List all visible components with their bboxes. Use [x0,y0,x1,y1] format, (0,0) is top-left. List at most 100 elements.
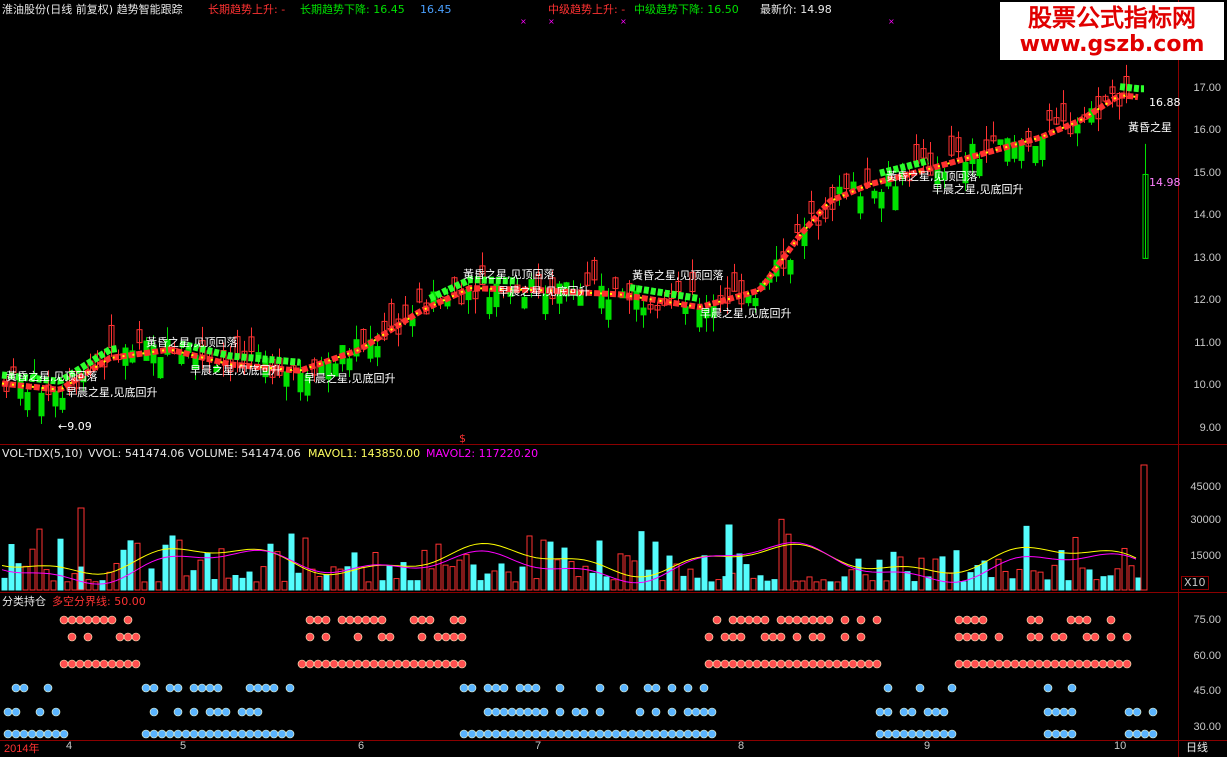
position-marker [1034,659,1044,669]
evening-star-annotation: 黃昏之星,见顶回落 [146,336,238,349]
position-marker [931,707,941,717]
position-marker [939,729,949,739]
position-marker [954,659,964,669]
volume-bar [540,539,547,591]
volume-bar [162,544,169,591]
volume-bar [841,576,848,591]
position-marker [261,683,271,693]
position-marker [353,615,363,625]
candle-body [871,190,878,199]
volume-bar [358,566,365,591]
volume-bar [876,559,883,591]
price-tick: 17.00 [1193,82,1221,94]
position-marker [947,683,957,693]
position-marker [883,707,893,717]
position-marker [253,707,263,717]
position-marker [425,615,435,625]
position-marker [189,683,199,693]
price-tick: 13.00 [1193,252,1221,264]
volume-bar [792,580,799,591]
candle-body [1074,124,1081,134]
position-tick: 60.00 [1193,650,1221,662]
volume-bar [365,581,372,591]
morning-star-annotation: 早晨之星,见底回升 [700,307,792,320]
position-marker [51,707,61,717]
position-marker [3,707,13,717]
position-marker [107,615,117,625]
position-marker [433,659,443,669]
candle-body [836,186,843,195]
position-marker [954,615,964,625]
position-marker [91,659,101,669]
volume-bar [855,558,862,591]
position-marker [329,659,339,669]
position-marker [237,707,247,717]
volume-bar [932,558,939,591]
position-marker [792,632,802,642]
position-marker [832,659,842,669]
position-indicator-name[interactable]: 分类持仓 [2,595,46,609]
chart-canvas[interactable]: ×××××× [0,0,1227,757]
position-marker [547,729,557,739]
volume-pane-bottom-border [0,592,1227,593]
position-marker [3,729,13,739]
position-marker [704,659,714,669]
position-marker [353,632,363,642]
position-marker [792,659,802,669]
volume-bar [498,563,505,591]
position-marker [808,659,818,669]
volume-bar [155,581,162,591]
position-tick: 45.00 [1193,685,1221,697]
volume-bar [1135,577,1142,591]
position-marker [962,632,972,642]
position-marker [205,707,215,717]
candle-body [787,260,794,275]
period-button[interactable]: 日线 [1186,741,1208,755]
position-marker [872,659,882,669]
candle-body [521,296,528,309]
position-marker [579,707,589,717]
position-marker [627,729,637,739]
volume-bar [736,553,743,591]
volume-bar [694,577,701,591]
volume-bar [260,566,267,591]
position-marker [385,659,395,669]
volume-bar [295,572,302,591]
position-marker [1124,707,1134,717]
price-tick: 14.00 [1193,209,1221,221]
position-marker [269,729,279,739]
volume-bar [967,572,974,591]
position-marker [539,707,549,717]
position-marker [891,729,901,739]
volume-bar [435,543,442,591]
position-marker [720,659,730,669]
down-trend-segment [1119,83,1144,93]
x-axis-month: 9 [924,740,931,752]
volume-bar [281,580,288,591]
position-marker [441,659,451,669]
volume-bar [71,573,78,591]
price-tick: 9.00 [1199,422,1221,434]
volume-bar [323,574,330,591]
volume-bar [29,548,36,591]
volume-bar [575,576,582,591]
morning-star-annotation: 早晨之星,见底回升 [932,183,1024,196]
volume-indicator-name[interactable]: VOL-TDX(5,10) [2,447,83,461]
position-marker [1090,632,1100,642]
volume-bar [715,579,722,591]
position-marker [123,632,133,642]
volume-bar [106,571,113,591]
watermark-url: www.gszb.com [1019,32,1205,57]
position-marker [691,707,701,717]
position-marker [205,683,215,693]
position-marker [800,659,810,669]
volume-bar [484,573,491,591]
evening-star-annotation: 黃昏之星,见顶回落 [6,370,98,383]
position-marker [699,707,709,717]
position-marker [417,615,427,625]
position-marker [507,707,517,717]
position-marker [449,659,459,669]
position-marker [1018,659,1028,669]
position-marker [744,659,754,669]
mavol1-value: MAVOL1: 143850.00 [308,447,421,460]
